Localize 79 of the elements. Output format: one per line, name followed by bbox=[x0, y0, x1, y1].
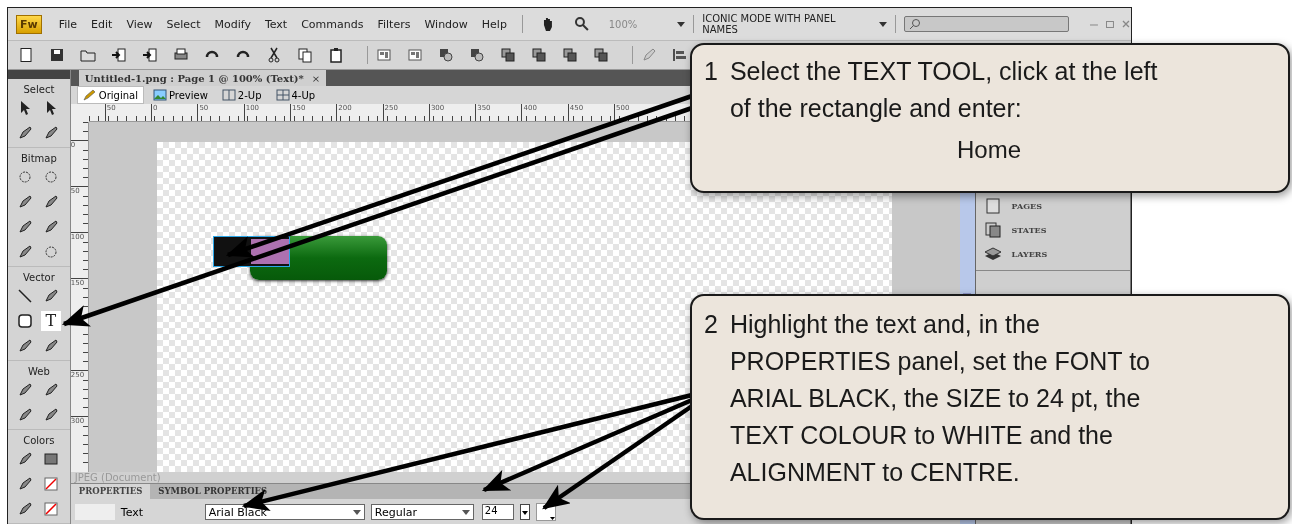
pencil-icon[interactable] bbox=[16, 219, 33, 235]
menu-item[interactable]: Edit bbox=[84, 17, 120, 31]
folder-icon[interactable] bbox=[80, 47, 96, 63]
search-icon[interactable] bbox=[573, 16, 590, 32]
export-icon[interactable] bbox=[142, 47, 158, 63]
font-style-dropdown[interactable]: Regular bbox=[370, 504, 474, 520]
square-stack-icon[interactable] bbox=[593, 47, 609, 63]
tools-section-title: Colors bbox=[23, 435, 55, 446]
instruction-text: Select the TEXT TOOL, click at the left of the rectangle and enter: bbox=[729, 56, 1159, 124]
size-dropdown-button[interactable] bbox=[519, 504, 530, 520]
step-number: 1 bbox=[704, 56, 718, 87]
menu-item[interactable]: Filters bbox=[370, 17, 418, 31]
square-stack-icon[interactable] bbox=[531, 47, 547, 63]
scissors-icon[interactable] bbox=[266, 47, 282, 63]
panel-tab[interactable]: SYMBOL PROPERTIES bbox=[150, 484, 276, 499]
menu-item[interactable]: Help bbox=[474, 17, 514, 31]
swatch-icon[interactable] bbox=[42, 501, 59, 517]
panel-grip[interactable] bbox=[8, 70, 70, 79]
copy-icon[interactable] bbox=[297, 47, 313, 63]
rectangle-icon[interactable] bbox=[16, 313, 33, 329]
view-tab[interactable]: Original bbox=[76, 86, 144, 104]
clipboard-icon[interactable] bbox=[328, 47, 344, 63]
panel-tab[interactable]: PROPERTIES bbox=[70, 484, 151, 499]
view-tab[interactable]: Preview bbox=[147, 87, 213, 103]
split-view-icon bbox=[221, 89, 236, 101]
caret-icon bbox=[352, 509, 361, 515]
search-icon bbox=[909, 18, 922, 30]
panel-button[interactable]: STATES bbox=[975, 218, 1130, 242]
close-tab-button[interactable]: × bbox=[311, 72, 321, 84]
lasso-icon[interactable] bbox=[16, 169, 33, 185]
tools-section-title: Vector bbox=[22, 272, 55, 283]
panel-button[interactable]: PAGES bbox=[975, 194, 1130, 218]
caret-icon bbox=[461, 509, 470, 515]
pencil-icon bbox=[82, 89, 97, 101]
menu-item[interactable]: File bbox=[51, 17, 85, 31]
menu-item[interactable]: Commands bbox=[294, 17, 371, 31]
pencil-icon[interactable] bbox=[42, 338, 59, 354]
printer-icon[interactable] bbox=[173, 47, 189, 63]
landscape-icon bbox=[152, 89, 167, 101]
menu-item[interactable]: Window bbox=[417, 17, 475, 31]
line-icon[interactable] bbox=[16, 288, 33, 304]
app-logo: Fw bbox=[16, 14, 42, 34]
gradient-icon[interactable] bbox=[42, 451, 59, 467]
menu-item[interactable]: View bbox=[119, 17, 160, 31]
pencil-icon[interactable] bbox=[16, 476, 33, 492]
view-tab[interactable]: 4-Up bbox=[270, 87, 321, 103]
film-frame-icon bbox=[983, 221, 1002, 239]
square-stack-icon[interactable] bbox=[500, 47, 516, 63]
object-type-label: Text bbox=[120, 505, 145, 519]
page-icon bbox=[983, 197, 1002, 215]
close-icon[interactable] bbox=[1121, 19, 1131, 29]
font-size-field[interactable]: 24 bbox=[481, 504, 514, 520]
menu-item[interactable]: Select bbox=[159, 17, 208, 31]
caret-icon[interactable] bbox=[879, 21, 888, 27]
text-tool[interactable]: T bbox=[40, 311, 61, 331]
font-dropdown[interactable]: Arial Black bbox=[204, 504, 365, 520]
object-thumbnail bbox=[74, 504, 115, 520]
split-view-icon bbox=[275, 89, 290, 101]
panel-button[interactable]: LAYERS bbox=[975, 242, 1130, 266]
tools-section-title: Bitmap bbox=[21, 153, 57, 164]
instruction-text: Highlight the text and, in the PROPERTIES panel, set the FONT to ARIAL BLACK, the SIZE to 24 pt, the TEXT COLOUR to WHITE and the ALIGNMENT to CENTRE. bbox=[729, 309, 1151, 488]
import-icon[interactable] bbox=[111, 47, 127, 63]
step-number: 2 bbox=[704, 309, 718, 340]
swatch-icon[interactable] bbox=[42, 476, 59, 492]
tools-section-title: Select bbox=[23, 84, 55, 95]
square-stack-icon[interactable] bbox=[562, 47, 578, 63]
caret-icon[interactable] bbox=[677, 21, 686, 27]
workspace-switcher[interactable]: ICONIC MODE WITH PANEL NAMES bbox=[702, 13, 874, 35]
text-to-enter: Home bbox=[957, 135, 1021, 165]
menu-item[interactable]: Modify bbox=[207, 17, 258, 31]
align-icon[interactable] bbox=[672, 47, 688, 63]
document-icon[interactable] bbox=[18, 47, 34, 63]
document-tab[interactable]: Untitled-1.png : Page 1 @ 100% (Text)* × bbox=[78, 70, 327, 86]
tools-section-title: Web bbox=[28, 366, 50, 377]
search-field[interactable] bbox=[904, 16, 1070, 32]
maximize-icon[interactable] bbox=[1105, 19, 1116, 29]
view-tab[interactable]: 2-Up bbox=[216, 87, 267, 103]
lasso-icon[interactable] bbox=[42, 169, 59, 185]
menu-item[interactable]: Text bbox=[257, 17, 295, 31]
